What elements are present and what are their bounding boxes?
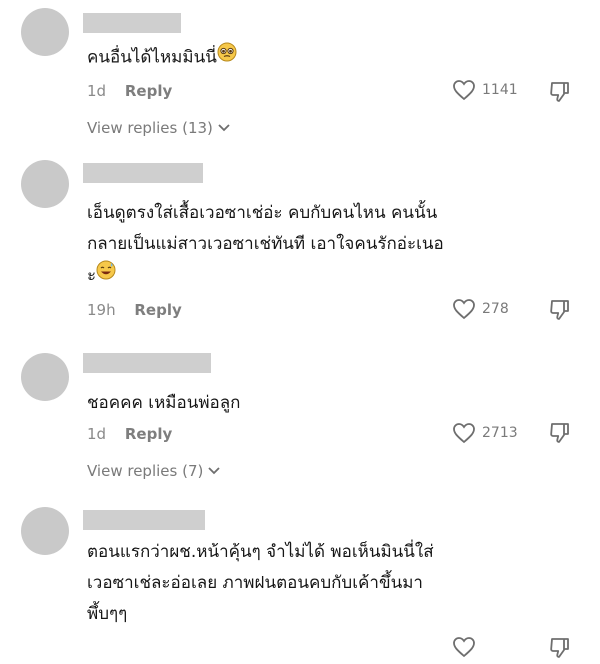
comment-text: ตอนแรกว่าผช.หน้าคุ้นๆ จำไม่ได้ พอเห็นมิน… <box>87 542 434 624</box>
redacted-username[interactable] <box>83 510 205 530</box>
view-replies-label: View replies (13) <box>87 119 213 137</box>
like-count: 278 <box>482 301 509 317</box>
view-replies-button[interactable]: View replies (13) <box>87 119 231 137</box>
heart-icon <box>453 637 475 658</box>
comment-meta: 1d Reply <box>87 82 172 100</box>
avatar[interactable] <box>21 507 69 555</box>
comment-text: เอ็นดูตรงใส่เสื้อเวอซาเช่อ่ะ คบกับคนไหน … <box>87 198 537 292</box>
reply-button[interactable]: Reply <box>134 301 181 319</box>
timestamp: 1d <box>87 425 107 443</box>
comment-text: คนอื่นได้ไหมมินนี่ <box>87 42 537 74</box>
chevron-down-icon <box>218 124 230 132</box>
grinning-sweat-emoji <box>96 260 116 291</box>
reply-button[interactable]: Reply <box>125 82 172 100</box>
timestamp: 1d <box>87 82 107 100</box>
comment-meta: 19h Reply <box>87 301 182 319</box>
like-button[interactable]: 1141 <box>452 79 518 101</box>
thumbs-down-icon <box>550 300 569 320</box>
thumbs-down-icon <box>550 423 569 443</box>
timestamp: 19h <box>87 301 116 319</box>
like-button[interactable]: 2713 <box>452 422 518 444</box>
dislike-button[interactable] <box>548 80 572 108</box>
dislike-button[interactable] <box>548 298 572 326</box>
view-replies-label: View replies (7) <box>87 462 204 480</box>
avatar[interactable] <box>21 353 69 401</box>
thumbs-down-icon <box>550 82 569 102</box>
redacted-username[interactable] <box>83 13 181 33</box>
redacted-username[interactable] <box>83 353 211 373</box>
pleading-face-emoji <box>217 42 237 73</box>
comment-text: ชอคคค เหมือนพ่อลูก <box>87 393 241 413</box>
like-button[interactable] <box>452 636 482 658</box>
like-count: 2713 <box>482 425 518 441</box>
chevron-down-icon <box>208 467 220 475</box>
like-count: 1141 <box>482 82 518 98</box>
avatar[interactable] <box>21 8 69 56</box>
heart-icon <box>453 299 475 320</box>
like-button[interactable]: 278 <box>452 298 509 320</box>
reply-button[interactable]: Reply <box>125 425 172 443</box>
heart-icon <box>453 423 475 444</box>
thumbs-down-icon <box>550 638 569 658</box>
view-replies-button[interactable]: View replies (7) <box>87 462 221 480</box>
redacted-username[interactable] <box>83 163 203 183</box>
heart-icon <box>453 80 475 101</box>
comment-meta: 1d Reply <box>87 425 172 443</box>
avatar[interactable] <box>21 160 69 208</box>
dislike-button[interactable] <box>548 636 572 664</box>
dislike-button[interactable] <box>548 421 572 449</box>
